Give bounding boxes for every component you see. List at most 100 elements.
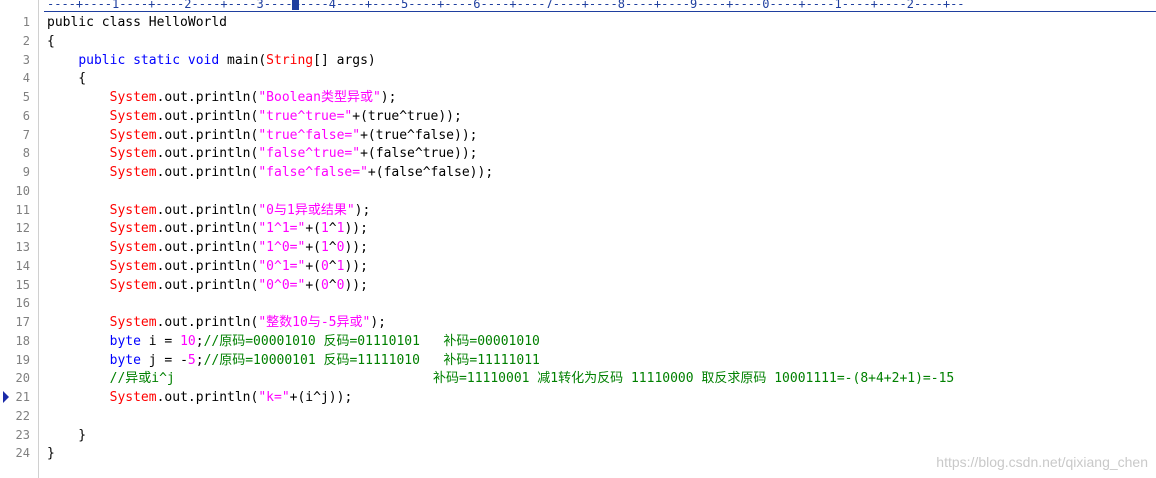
line-number: 18 bbox=[15, 333, 30, 348]
code-token: .out.println( bbox=[156, 165, 259, 180]
code-line[interactable]: //异或i^j 补码=11110001 减1转化为反码 11110000 取反求… bbox=[47, 369, 955, 388]
code-line[interactable]: { bbox=[47, 69, 86, 88]
code-token: public class HelloWorld bbox=[47, 15, 228, 30]
code-token: .out.println( bbox=[156, 108, 259, 124]
code-line[interactable]: System.out.println("Boolean类型异或"); bbox=[47, 88, 397, 107]
code-token: System bbox=[109, 240, 157, 255]
code-token: "1^0=" bbox=[258, 240, 306, 255]
code-token: .out.println( bbox=[156, 90, 259, 105]
code-token: byte bbox=[109, 333, 141, 349]
code-token: { bbox=[47, 71, 87, 87]
code-line[interactable]: System.out.println("0^1="+(0^1)); bbox=[47, 257, 368, 276]
code-token: ); bbox=[380, 90, 397, 105]
code-editor[interactable]: ----+----1----+----2----+----3----+----4… bbox=[0, 0, 1156, 478]
code-token: .out.println( bbox=[156, 390, 259, 405]
code-line[interactable]: { bbox=[47, 32, 55, 51]
code-line[interactable]: byte i = 10;//原码=00001010 反码=01110101 补码… bbox=[47, 332, 540, 351]
code-token: byte bbox=[109, 352, 141, 368]
code-token: String bbox=[266, 52, 314, 68]
code-line[interactable]: System.out.println("1^0="+(1^0)); bbox=[47, 238, 368, 257]
code-token: "Boolean类型异或" bbox=[258, 90, 381, 105]
code-line[interactable]: public class HelloWorld bbox=[47, 13, 227, 32]
code-token: 1 bbox=[320, 221, 329, 237]
code-line[interactable]: public static void main(String[] args) bbox=[47, 51, 375, 70]
line-number: 20 bbox=[15, 371, 30, 386]
code-token: 10 bbox=[180, 333, 196, 349]
code-token: )); bbox=[344, 240, 368, 255]
line-number: 24 bbox=[15, 446, 30, 461]
code-token: System bbox=[109, 315, 157, 330]
code-token: ; bbox=[195, 352, 204, 368]
code-token: public static void bbox=[78, 52, 220, 68]
code-token: "0与1异或结果" bbox=[258, 202, 355, 218]
code-token: main( bbox=[219, 52, 267, 68]
code-line[interactable]: } bbox=[47, 426, 86, 445]
code-token: //原码=10000101 反码=11111010 补码=11111011 bbox=[203, 352, 540, 368]
ruler-caret-marker bbox=[292, 0, 299, 10]
code-token: "true^true=" bbox=[258, 108, 353, 124]
code-line[interactable]: System.out.println("0^0="+(0^0)); bbox=[47, 276, 368, 295]
code-token: } bbox=[47, 427, 87, 443]
code-token: ; bbox=[195, 333, 204, 349]
code-token: .out.println( bbox=[156, 240, 259, 255]
code-token: i = bbox=[140, 333, 181, 349]
code-token: { bbox=[47, 33, 55, 49]
code-token: 0 bbox=[320, 277, 329, 293]
line-number: 15 bbox=[15, 277, 30, 292]
code-token: System bbox=[109, 258, 157, 274]
column-ruler: ----+----1----+----2----+----3----+----4… bbox=[44, 0, 1156, 12]
code-token: ^ bbox=[328, 277, 337, 293]
code-line[interactable]: System.out.println("false^true="+(false^… bbox=[47, 144, 478, 163]
code-token: +(i^j)); bbox=[289, 390, 353, 405]
code-token: 1 bbox=[320, 240, 329, 255]
line-number: 6 bbox=[22, 108, 30, 123]
code-token: } bbox=[47, 446, 55, 462]
line-number: 12 bbox=[15, 221, 30, 236]
code-line[interactable]: byte j = -5;//原码=10000101 反码=11111010 补码… bbox=[47, 351, 540, 370]
line-number: 4 bbox=[22, 71, 30, 86]
code-line[interactable]: System.out.println("k="+(i^j)); bbox=[47, 388, 353, 407]
code-token: "true^false=" bbox=[258, 127, 361, 143]
code-token: .out.println( bbox=[156, 146, 259, 162]
code-token: +(false^false)); bbox=[367, 165, 494, 180]
line-number: 22 bbox=[15, 408, 30, 423]
line-number: 2 bbox=[22, 33, 30, 48]
code-token: //异或i^j 补码=11110001 减1转化为反码 11110000 取反求… bbox=[109, 371, 955, 387]
line-number-gutter[interactable]: 1 2 3 4 5 6 7 8 9 10 11 12 13 14 15 16 17 18 19 20 21 22 23 24 bbox=[0, 12, 38, 478]
line-number: 23 bbox=[15, 427, 30, 442]
code-line[interactable]: System.out.println("0与1异或结果"); bbox=[47, 201, 371, 220]
code-line[interactable]: } bbox=[47, 444, 55, 463]
code-token: 5 bbox=[187, 352, 196, 368]
code-token: )); bbox=[344, 258, 368, 274]
code-line[interactable]: System.out.println("整数10与-5异或"); bbox=[47, 313, 386, 332]
code-token: .out.println( bbox=[156, 202, 259, 218]
code-token: ^ bbox=[328, 221, 337, 237]
code-token: +( bbox=[305, 240, 321, 255]
code-token: System bbox=[109, 146, 157, 162]
line-number: 7 bbox=[22, 127, 30, 142]
code-line[interactable]: System.out.println("true^false="+(true^f… bbox=[47, 126, 478, 145]
line-number: 9 bbox=[22, 165, 30, 179]
code-line[interactable]: System.out.println("true^true="+(true^tr… bbox=[47, 107, 462, 126]
ruler-ticks: ----+----1----+----2----+----3----+----4… bbox=[47, 0, 965, 11]
code-token: ^ bbox=[328, 240, 337, 255]
code-token: "false^false=" bbox=[258, 165, 368, 180]
code-token: +( bbox=[305, 277, 321, 293]
line-number: 10 bbox=[15, 183, 30, 198]
line-number: 14 bbox=[15, 258, 30, 273]
code-line[interactable]: System.out.println("1^1="+(1^1)); bbox=[47, 219, 368, 238]
code-token: +( bbox=[305, 258, 321, 274]
code-token: +(false^true)); bbox=[360, 146, 478, 162]
code-line[interactable]: System.out.println("false^false="+(false… bbox=[47, 163, 494, 182]
